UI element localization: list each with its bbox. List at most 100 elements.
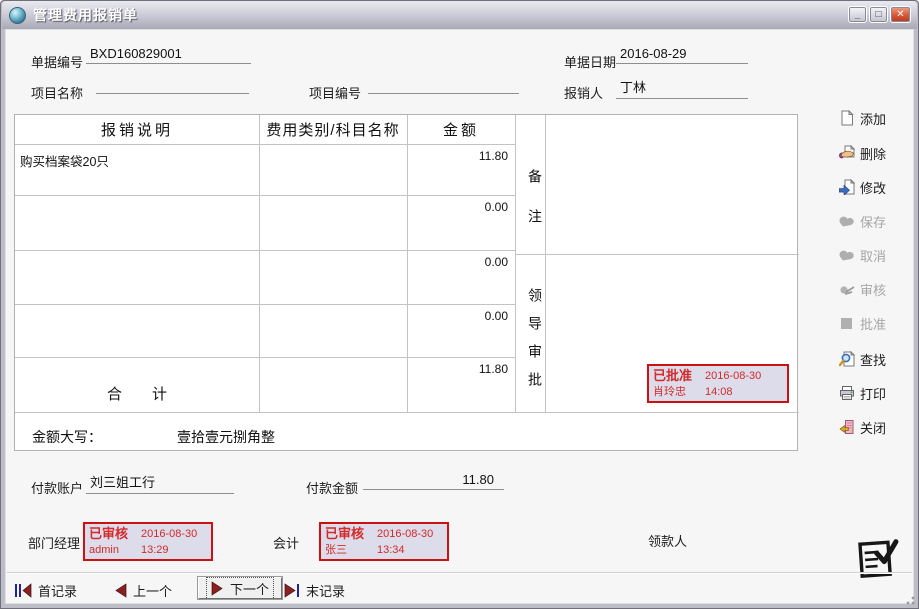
project-name-field[interactable] [96,77,249,94]
minimize-button[interactable]: _ [848,6,867,23]
last-record-icon [284,583,300,598]
stamp-name: admin [89,542,133,558]
audit-icon [839,281,855,297]
claimant-label: 报销人 [564,83,603,102]
pay-account-label: 付款账户 [31,478,83,497]
col-header-category: 费用类别/科目名称 [259,119,407,143]
stamp-name: 张三 [325,542,369,558]
audit-button: 审核 [839,276,913,302]
remark-vertical-label: 备注 [515,144,545,250]
remark-cell[interactable] [546,115,799,254]
title-bar: 管理费用报销单 _ □ ✕ [2,1,917,29]
stamp-time: 13:29 [141,542,169,558]
delete-button[interactable]: 删除 [839,140,913,166]
grid-line [15,144,515,145]
pay-account-value: 刘三姐工行 [86,472,234,493]
payee-label: 领款人 [648,531,687,550]
project-name-value [96,77,249,93]
project-no-label: 项目编号 [309,83,361,102]
nav-separator [7,572,912,574]
grid-line [15,195,515,196]
accountant-label: 会计 [273,533,299,552]
pay-amount-label: 付款金额 [306,478,358,497]
doc-date-value: 2016-08-29 [616,46,748,63]
prev-record-icon [114,583,127,598]
doc-date-label: 单据日期 [564,52,616,71]
cancel-icon [839,247,855,263]
accountant-stamp: 已审核 2016-08-30 张三 13:34 [319,522,449,561]
table-cell-amount[interactable]: 0.00 [408,309,508,323]
col-header-description: 报销说明 [15,119,259,143]
pay-amount-field[interactable]: 11.80 [363,472,504,490]
pay-amount-value: 11.80 [363,472,504,489]
add-page-icon [839,110,855,126]
find-button[interactable]: 查找 [839,346,913,372]
stamp-status: 已审核 [89,526,133,542]
doc-date-field[interactable]: 2016-08-29 [616,46,748,64]
doc-no-value: BXD160829001 [86,46,251,63]
window-title: 管理费用报销单 [33,5,138,25]
expense-table: 报销说明 费用类别/科目名称 金额 购买档案袋20只 11.80 0.00 0.… [14,114,798,451]
stamp-status: 已批准 [653,368,697,384]
dept-manager-label: 部门经理 [28,533,80,552]
amount-words-label: 金额大写： [32,427,102,447]
modify-button[interactable]: 修改 [839,174,913,200]
grid-line [15,304,515,305]
grid-line [15,250,515,251]
resize-grip[interactable] [903,593,915,605]
table-cell-desc[interactable]: 购买档案袋20只 [20,151,254,170]
stamp-date: 2016-08-30 [377,526,433,542]
stamp-date: 2016-08-30 [141,526,197,542]
project-no-field[interactable] [368,77,519,94]
stamp-time: 14:08 [705,384,733,400]
total-amount: 11.80 [408,362,508,376]
maximize-button[interactable]: □ [869,6,888,23]
stamp-date: 2016-08-30 [705,368,761,384]
stamp-time: 13:34 [377,542,405,558]
claimant-value: 丁林 [616,77,748,98]
total-label: 合 计 [15,383,259,404]
table-cell-amount[interactable]: 11.80 [408,149,508,163]
printer-icon [839,385,855,401]
print-button[interactable]: 打印 [839,380,913,406]
project-no-value [368,77,519,93]
claimant-field[interactable]: 丁林 [616,77,748,99]
close-form-button[interactable]: 关闭 [839,414,913,440]
dept-manager-stamp: 已审核 2016-08-30 admin 13:29 [83,522,213,561]
last-record-button[interactable]: 末记录 [284,579,345,601]
grid-line [259,115,260,412]
project-name-label: 项目名称 [31,83,83,102]
grid-line [15,412,799,413]
close-button[interactable]: ✕ [890,6,911,23]
app-sphere-icon [9,7,26,24]
next-record-icon [211,581,224,596]
approve-icon [839,315,855,331]
close-door-icon [839,419,855,435]
stamp-name: 肖玲忠 [653,384,697,400]
delete-hand-icon [839,145,855,161]
first-record-icon [14,583,32,598]
table-cell-amount[interactable]: 0.00 [408,200,508,214]
approve-button: 批准 [839,310,913,336]
app-window: 管理费用报销单 _ □ ✕ 单据编号 BXD160829001 项目名称 项目编… [0,0,919,609]
pay-account-field[interactable]: 刘三姐工行 [86,472,234,494]
cancel-button: 取消 [839,242,913,268]
approval-vertical-label: 领导审批 [515,254,545,412]
approval-stamp: 已批准 2016-08-30 肖玲忠 14:08 [647,364,789,403]
prev-record-button[interactable]: 上一个 [114,579,172,601]
notepad-check-icon [853,533,903,588]
doc-no-field[interactable]: BXD160829001 [86,46,251,64]
doc-no-label: 单据编号 [31,52,83,71]
amount-words-value: 壹拾壹元捌角整 [177,427,275,447]
save-button: 保存 [839,208,913,234]
save-icon [839,213,855,229]
stamp-status: 已审核 [325,526,369,542]
modify-arrow-icon [839,179,855,195]
next-record-button[interactable]: 下一个 [198,577,282,599]
col-header-amount: 金额 [407,119,515,143]
grid-line [15,357,515,358]
first-record-button[interactable]: 首记录 [14,579,77,601]
add-button[interactable]: 添加 [839,105,913,131]
table-cell-amount[interactable]: 0.00 [408,255,508,269]
search-icon [839,351,855,367]
